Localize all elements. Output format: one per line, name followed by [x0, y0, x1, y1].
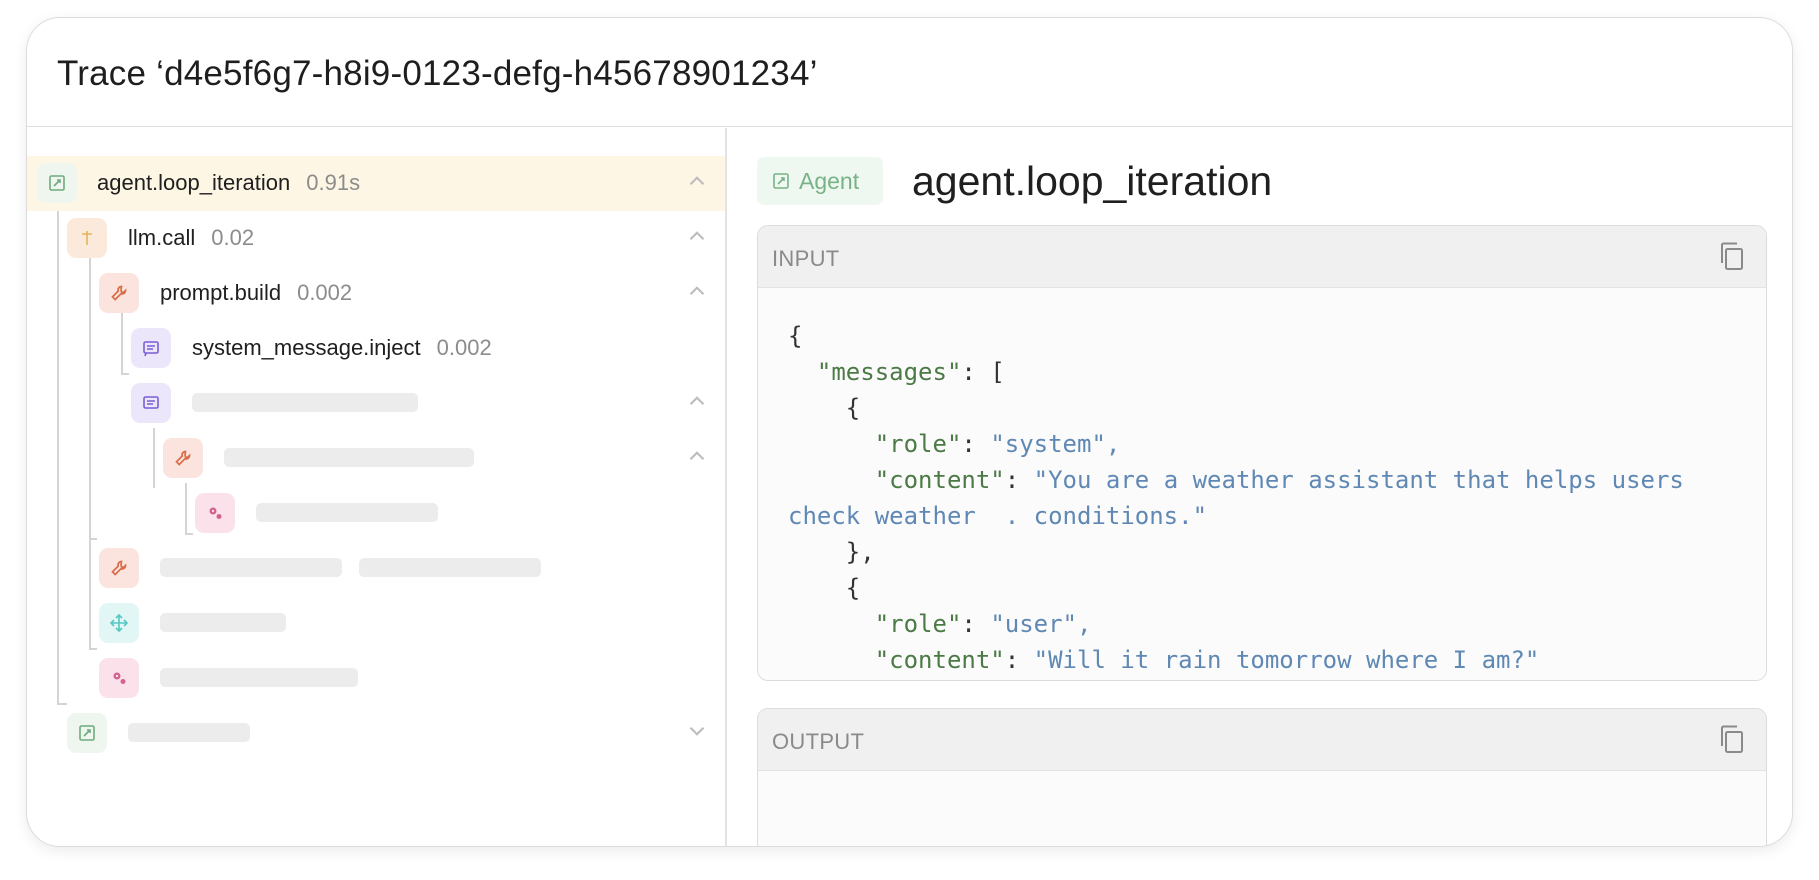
chevron-up-icon[interactable] — [684, 223, 710, 249]
chevron-up-icon[interactable] — [684, 388, 710, 414]
span-duration: 0.002 — [436, 335, 492, 360]
trace-header: Trace ‘d4e5f6g7-h8i9-0123-defg-h45678901… — [27, 18, 1792, 127]
skeleton-bar — [192, 393, 418, 412]
move-icon — [99, 603, 139, 643]
tree-row-placeholder[interactable] — [27, 651, 726, 706]
json-key: "content" — [874, 646, 1005, 674]
output-panel-header: OUTPUT — [758, 709, 1766, 771]
trace-title: Trace ‘d4e5f6g7-h8i9-0123-defg-h45678901… — [57, 54, 818, 93]
span-name: system_message.inject — [192, 335, 421, 360]
tree-row-placeholder[interactable] — [27, 431, 726, 486]
chevron-up-icon[interactable] — [684, 278, 710, 304]
span-name: agent.loop_iteration — [97, 170, 291, 195]
span-detail: Agent agent.loop_iteration INPUT { "mess… — [727, 128, 1792, 846]
wrench-icon — [99, 548, 139, 588]
span-duration: 0.02 — [211, 225, 255, 250]
skeleton-bar — [256, 503, 438, 522]
trace-card: Trace ‘d4e5f6g7-h8i9-0123-defg-h45678901… — [26, 17, 1793, 847]
input-panel-header: INPUT — [758, 226, 1766, 288]
tree-row-system-message-inject[interactable]: system_message.inject 0.002 — [27, 321, 726, 376]
message-icon — [131, 328, 171, 368]
json-punct: [ — [990, 358, 1005, 386]
skeleton-bar — [160, 558, 342, 577]
copy-icon[interactable] — [1716, 240, 1748, 272]
json-punct: { — [788, 322, 803, 350]
wrench-icon — [163, 438, 203, 478]
tree-row-agent-loop-iteration[interactable]: agent.loop_iteration 0.91s — [27, 156, 726, 211]
chevron-up-icon[interactable] — [684, 168, 710, 194]
span-name: llm.call — [128, 225, 196, 250]
gear-icon — [195, 493, 235, 533]
span-name: prompt.build — [160, 280, 282, 305]
agent-icon — [37, 163, 77, 203]
json-key: "messages" — [816, 358, 962, 386]
json-string: "user", — [990, 610, 1092, 638]
json-key: "role" — [874, 430, 962, 458]
message-icon — [131, 383, 171, 423]
input-label: INPUT — [772, 246, 840, 271]
badge-label: Agent — [799, 167, 860, 194]
skeleton-bar — [359, 558, 541, 577]
json-string: "system", — [990, 430, 1121, 458]
json-key: "role" — [874, 610, 962, 638]
wrench-icon — [99, 273, 139, 313]
span-title: agent.loop_iteration — [912, 158, 1273, 204]
input-panel: INPUT { "messages": [ { "role": "system"… — [757, 225, 1767, 681]
output-label: OUTPUT — [772, 729, 865, 754]
agent-icon — [67, 713, 107, 753]
span-tree: agent.loop_iteration 0.91s llm.call 0.02 — [27, 128, 726, 846]
tree-row-placeholder[interactable] — [27, 706, 726, 761]
agent-icon — [773, 173, 789, 189]
tree-row-placeholder[interactable] — [27, 376, 726, 431]
skeleton-bar — [160, 613, 286, 632]
input-json: { "messages": [ { "role": "system", "con… — [788, 322, 1699, 674]
json-key: "content" — [874, 466, 1005, 494]
span-duration: 0.002 — [297, 280, 353, 305]
llm-icon — [67, 218, 107, 258]
chevron-down-icon[interactable] — [684, 718, 710, 744]
span-kind-badge: Agent — [757, 157, 883, 205]
chevron-up-icon[interactable] — [684, 443, 710, 469]
skeleton-bar — [224, 448, 474, 467]
tree-row-prompt-build[interactable]: prompt.build 0.002 — [27, 266, 726, 321]
span-duration: 0.91s — [306, 170, 361, 195]
tree-row-placeholder[interactable] — [27, 486, 726, 541]
tree-row-llm-call[interactable]: llm.call 0.02 — [27, 211, 726, 266]
output-panel: OUTPUT — [757, 708, 1767, 846]
json-string: "Will it rain tomorrow where I am?" — [1033, 646, 1540, 674]
skeleton-bar — [128, 723, 250, 742]
tree-row-placeholder[interactable] — [27, 596, 726, 651]
skeleton-bar — [160, 668, 358, 687]
copy-icon[interactable] — [1716, 723, 1748, 755]
gear-icon — [99, 658, 139, 698]
tree-row-placeholder[interactable] — [27, 541, 726, 596]
